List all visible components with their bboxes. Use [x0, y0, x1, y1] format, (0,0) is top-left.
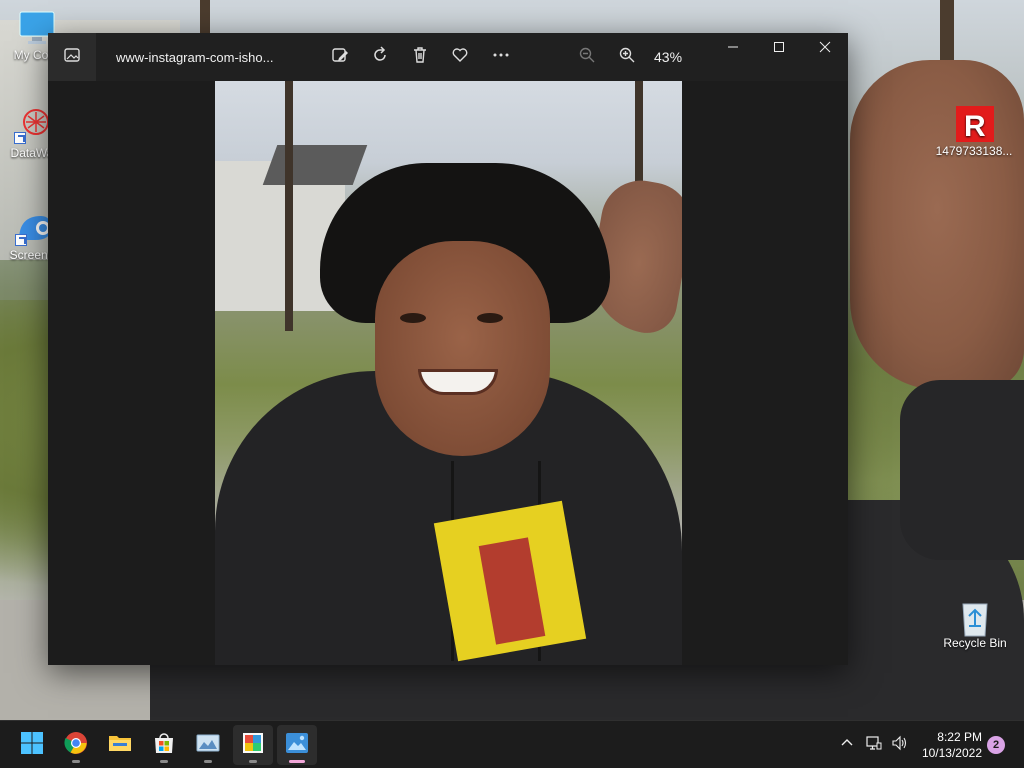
clock-time: 8:22 PM — [937, 730, 982, 744]
edit-image-button[interactable] — [324, 41, 356, 73]
taskbar: 8:22 PM 10/13/2022 — [0, 720, 1024, 768]
network-status-button[interactable] — [864, 735, 884, 755]
heart-icon — [451, 46, 469, 69]
chrome-button[interactable] — [56, 725, 96, 765]
rotate-button[interactable] — [364, 41, 396, 73]
favorite-button[interactable] — [444, 41, 476, 73]
close-button[interactable] — [802, 33, 848, 65]
zoom-in-button[interactable] — [611, 41, 643, 73]
start-button[interactable] — [12, 725, 52, 765]
running-indicator — [160, 760, 168, 763]
notification-badge[interactable]: 2 — [987, 736, 1005, 754]
svg-text:R: R — [964, 110, 986, 142]
windows-logo-icon — [20, 731, 44, 760]
desktop-icon-roblox-file[interactable]: R 1479733138... — [934, 106, 1014, 158]
zoom-out-icon — [578, 46, 596, 69]
delete-button[interactable] — [404, 41, 436, 73]
photo-face — [375, 241, 550, 456]
chrome-icon — [64, 731, 88, 760]
image-gallery-icon — [63, 46, 81, 69]
chevron-up-icon — [839, 735, 855, 756]
zoom-level-label[interactable]: 43% — [654, 49, 682, 65]
datawave-icon — [12, 108, 52, 144]
file-explorer-button[interactable] — [100, 725, 140, 765]
desktop-icon-recycle-bin[interactable]: Recycle Bin — [935, 598, 1015, 650]
clock-date: 10/13/2022 — [921, 746, 982, 760]
minimize-button[interactable] — [710, 33, 756, 65]
show-hidden-icons-button[interactable] — [837, 735, 857, 755]
file-title: www-instagram-com-isho... — [116, 50, 274, 65]
trash-icon — [411, 46, 429, 69]
image-app-icon — [196, 731, 220, 760]
paint-app-button[interactable] — [233, 725, 273, 765]
active-indicator — [289, 760, 305, 763]
desktop-icon-label: 1479733138... — [935, 144, 1013, 158]
edit-image-icon — [331, 46, 349, 69]
store-icon — [152, 731, 176, 760]
ellipsis-icon — [492, 46, 510, 69]
photos-app-icon-button[interactable] — [48, 33, 96, 81]
shortcut-arrow-icon — [15, 234, 27, 246]
taskbar-clock[interactable]: 8:22 PM 10/13/2022 — [912, 729, 982, 761]
paint-icon — [241, 731, 265, 760]
photos-icon — [285, 731, 309, 760]
image-viewer-button[interactable] — [188, 725, 228, 765]
rotate-icon — [371, 45, 389, 69]
photo-roof — [262, 145, 368, 185]
speaker-icon — [891, 735, 907, 756]
running-indicator — [249, 760, 257, 763]
screen-capture-icon — [13, 210, 53, 246]
volume-button[interactable] — [889, 735, 909, 755]
photo-tree-trunk — [285, 81, 293, 331]
desktop-icon-label: Recycle Bin — [943, 636, 1007, 650]
more-options-button[interactable] — [485, 41, 517, 73]
running-indicator — [72, 760, 80, 763]
zoom-in-icon — [618, 46, 636, 69]
close-icon — [819, 40, 831, 58]
roblox-icon: R — [954, 106, 996, 146]
image-canvas[interactable] — [48, 81, 848, 665]
wallpaper-sleeve — [900, 380, 1024, 560]
displayed-photo[interactable] — [215, 81, 682, 665]
network-icon — [866, 735, 882, 756]
photos-window: www-instagram-com-isho... 43% — [48, 33, 848, 665]
photos-app-button[interactable] — [277, 725, 317, 765]
minimize-icon — [727, 40, 739, 58]
maximize-button[interactable] — [756, 33, 802, 65]
zoom-out-button[interactable] — [571, 41, 603, 73]
folder-icon — [108, 731, 132, 760]
photo-eye — [477, 313, 503, 323]
microsoft-store-button[interactable] — [144, 725, 184, 765]
shortcut-arrow-icon — [14, 132, 26, 144]
maximize-icon — [773, 40, 785, 58]
recycle-bin-icon — [955, 598, 995, 637]
photo-eye — [400, 313, 426, 323]
photos-titlebar[interactable]: www-instagram-com-isho... 43% — [48, 33, 848, 81]
running-indicator — [204, 760, 212, 763]
